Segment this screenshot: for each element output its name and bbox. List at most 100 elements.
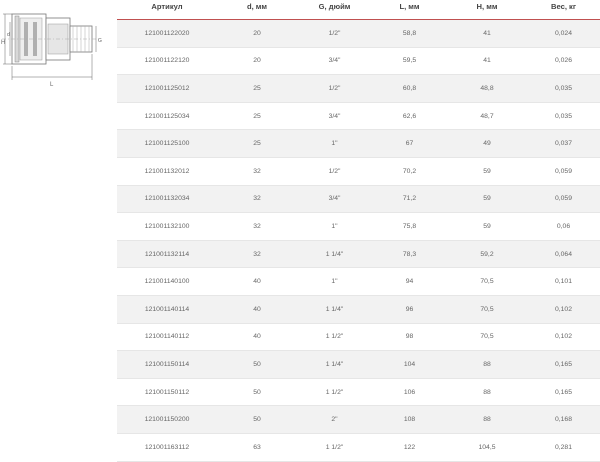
cell-diameter: 40: [217, 267, 297, 296]
cell-diameter: 50: [217, 405, 297, 434]
header-length: L, мм: [372, 0, 447, 20]
header-height: H, мм: [447, 0, 527, 20]
header-diameter: d, мм: [217, 0, 297, 20]
cell-height: 88: [447, 378, 527, 407]
table-row: 121001150200 50 2" 108 88 0,168: [117, 405, 600, 434]
cell-article: 121001132100: [117, 212, 217, 241]
cell-length: 75,8: [372, 212, 447, 241]
cell-article: 121001122120: [117, 47, 217, 76]
drawing-label-g: G: [98, 38, 102, 44]
cell-weight: 0,024: [527, 19, 600, 48]
drawing-label-d: d: [7, 32, 10, 38]
cell-length: 98: [372, 323, 447, 352]
cell-diameter: 50: [217, 378, 297, 407]
cell-length: 96: [372, 295, 447, 324]
cell-weight: 0,165: [527, 350, 600, 379]
cell-thread: 2": [297, 405, 372, 434]
cell-length: 60,8: [372, 74, 447, 103]
cell-length: 71,2: [372, 185, 447, 214]
cell-thread: 1/2": [297, 157, 372, 186]
cell-height: 88: [447, 405, 527, 434]
cell-article: 121001150112: [117, 378, 217, 407]
cell-height: 59: [447, 185, 527, 214]
cell-article: 121001140114: [117, 295, 217, 324]
cell-length: 62,6: [372, 102, 447, 131]
cell-length: 67: [372, 129, 447, 158]
cell-article: 121001150114: [117, 350, 217, 379]
cell-height: 104,5: [447, 433, 527, 462]
cell-article: 121001125012: [117, 74, 217, 103]
table-row: 121001125100 25 1" 67 49 0,037: [117, 129, 600, 158]
cell-article: 121001163112: [117, 433, 217, 462]
cell-thread: 1 1/4": [297, 240, 372, 269]
cell-length: 104: [372, 350, 447, 379]
cell-article: 121001140100: [117, 267, 217, 296]
cell-diameter: 25: [217, 102, 297, 131]
cell-thread: 3/4": [297, 102, 372, 131]
cell-diameter: 50: [217, 350, 297, 379]
fitting-cross-section-icon: H d G L: [1, 13, 102, 88]
cell-diameter: 32: [217, 157, 297, 186]
table-row: 121001132012 32 1/2" 70,2 59 0,059: [117, 157, 600, 186]
cell-thread: 1 1/4": [297, 295, 372, 324]
cell-length: 59,5: [372, 47, 447, 76]
table-body: 121001122020 20 1/2" 58,8 41 0,024 12100112212…: [117, 19, 600, 462]
cell-height: 88: [447, 350, 527, 379]
drawing-label-h: H: [1, 40, 5, 46]
cell-article: 121001132114: [117, 240, 217, 269]
cell-weight: 0,035: [527, 74, 600, 103]
cell-height: 48,7: [447, 102, 527, 131]
cell-length: 94: [372, 267, 447, 296]
table-row: 121001163112 63 1 1/2" 122 104,5 0,281: [117, 433, 600, 462]
table-row: 121001132034 32 3/4" 71,2 59 0,059: [117, 185, 600, 214]
cell-weight: 0,101: [527, 267, 600, 296]
cell-article: 121001150200: [117, 405, 217, 434]
cell-article: 121001132012: [117, 157, 217, 186]
cell-thread: 1/2": [297, 74, 372, 103]
cell-weight: 0,026: [527, 47, 600, 76]
cell-diameter: 63: [217, 433, 297, 462]
cell-weight: 0,102: [527, 323, 600, 352]
drawing-label-l: L: [50, 82, 54, 88]
cell-article: 121001132034: [117, 185, 217, 214]
table-row: 121001132100 32 1" 75,8 59 0,06: [117, 212, 600, 241]
table-row: 121001125034 25 3/4" 62,6 48,7 0,035: [117, 102, 600, 131]
cell-height: 70,5: [447, 295, 527, 324]
table-row: 121001125012 25 1/2" 60,8 48,8 0,035: [117, 74, 600, 103]
table-row: 121001150112 50 1 1/2" 106 88 0,165: [117, 378, 600, 407]
table-row: 121001140114 40 1 1/4" 96 70,5 0,102: [117, 295, 600, 324]
table-row: 121001140100 40 1" 94 70,5 0,101: [117, 267, 600, 296]
cell-thread: 1 1/2": [297, 433, 372, 462]
cell-thread: 3/4": [297, 47, 372, 76]
cell-weight: 0,035: [527, 102, 600, 131]
header-thread: G, дюйм: [297, 0, 372, 20]
cell-thread: 3/4": [297, 185, 372, 214]
cell-length: 70,2: [372, 157, 447, 186]
header-weight: Вес, кг: [527, 0, 600, 20]
cell-article: 121001125034: [117, 102, 217, 131]
cell-diameter: 40: [217, 323, 297, 352]
cell-diameter: 20: [217, 47, 297, 76]
spec-table-container: Артикул d, мм G, дюйм L, мм H, мм Вес, к…: [117, 0, 600, 462]
fitting-drawing: H d G L: [0, 0, 110, 90]
cell-diameter: 25: [217, 74, 297, 103]
cell-thread: 1 1/2": [297, 378, 372, 407]
cell-weight: 0,064: [527, 240, 600, 269]
cell-height: 70,5: [447, 323, 527, 352]
cell-article: 121001140112: [117, 323, 217, 352]
table-row: 121001132114 32 1 1/4" 78,3 59,2 0,064: [117, 240, 600, 269]
table-header-row: Артикул d, мм G, дюйм L, мм H, мм Вес, к…: [117, 0, 600, 20]
cell-diameter: 32: [217, 240, 297, 269]
cell-weight: 0,281: [527, 433, 600, 462]
spec-table: Артикул d, мм G, дюйм L, мм H, мм Вес, к…: [117, 0, 600, 462]
cell-diameter: 32: [217, 185, 297, 214]
cell-height: 48,8: [447, 74, 527, 103]
cell-height: 59: [447, 212, 527, 241]
cell-length: 122: [372, 433, 447, 462]
cell-length: 108: [372, 405, 447, 434]
cell-height: 41: [447, 47, 527, 76]
cell-diameter: 20: [217, 19, 297, 48]
cell-height: 41: [447, 19, 527, 48]
cell-weight: 0,06: [527, 212, 600, 241]
cell-weight: 0,165: [527, 378, 600, 407]
